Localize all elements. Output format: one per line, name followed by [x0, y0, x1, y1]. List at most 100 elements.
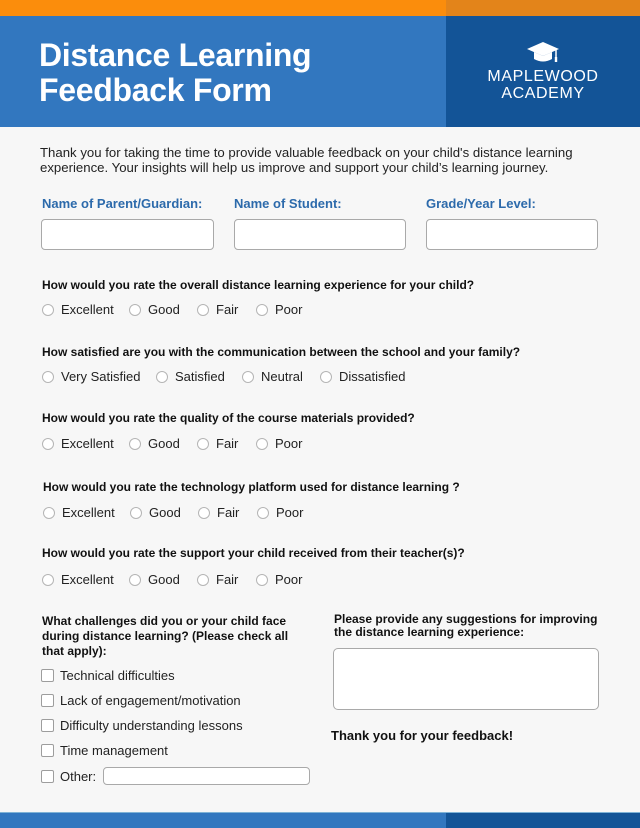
bottom-stripe-blue: [0, 813, 446, 828]
radio-button[interactable]: [197, 437, 209, 450]
checkbox[interactable]: [41, 744, 54, 757]
checkbox-lack-of-engagement[interactable]: Lack of engagement/motivation: [41, 693, 241, 708]
parent-name-input[interactable]: [41, 219, 214, 250]
radio-option-good[interactable]: Good: [130, 505, 198, 520]
option-label: Neutral: [261, 369, 303, 384]
question-communication: How satisfied are you with the communica…: [42, 345, 521, 359]
radio-option-poor[interactable]: Poor: [257, 505, 303, 520]
radio-option-fair[interactable]: Fair: [198, 505, 257, 520]
radio-option-good[interactable]: Good: [129, 302, 197, 317]
option-label: Fair: [217, 505, 240, 520]
header-title-panel: Distance Learning Feedback Form: [0, 16, 446, 127]
bottom-stripe: [0, 812, 640, 828]
radio-option-good[interactable]: Good: [129, 436, 197, 451]
option-label: Good: [149, 505, 181, 520]
radio-button[interactable]: [320, 370, 332, 383]
checkbox[interactable]: [41, 669, 54, 682]
radio-option-excellent[interactable]: Excellent: [42, 302, 129, 317]
radio-option-poor[interactable]: Poor: [256, 436, 302, 451]
course-materials-options: Excellent Good Fair Poor: [42, 436, 302, 451]
option-label: Good: [148, 436, 180, 451]
option-label: Satisfied: [175, 369, 225, 384]
student-name-input[interactable]: [234, 219, 406, 250]
checkbox-time-management[interactable]: Time management: [41, 743, 168, 758]
option-label: Fair: [216, 302, 239, 317]
graduation-cap-icon: [527, 42, 559, 62]
radio-option-very-satisfied[interactable]: Very Satisfied: [42, 369, 156, 384]
option-label: Very Satisfied: [61, 369, 141, 384]
radio-button[interactable]: [197, 573, 209, 586]
radio-button[interactable]: [129, 573, 141, 586]
radio-button[interactable]: [42, 573, 54, 586]
option-label: Fair: [216, 436, 239, 451]
suggestions-textarea[interactable]: [333, 648, 599, 710]
top-accent-stripe: [0, 0, 640, 16]
overall-experience-options: Excellent Good Fair Poor: [42, 302, 302, 317]
top-stripe-orange: [0, 0, 446, 16]
checkbox-other[interactable]: Other:: [41, 767, 311, 785]
checkbox-technical-difficulties[interactable]: Technical difficulties: [41, 668, 175, 683]
radio-button[interactable]: [198, 506, 210, 519]
radio-option-fair[interactable]: Fair: [197, 302, 256, 317]
radio-option-excellent[interactable]: Excellent: [42, 572, 129, 587]
option-label: Excellent: [61, 572, 114, 587]
page-title: Distance Learning Feedback Form: [39, 37, 312, 108]
checkbox[interactable]: [41, 769, 54, 783]
school-name-line2: ACADEMY: [501, 85, 585, 102]
radio-button[interactable]: [129, 437, 141, 450]
grade-level-input[interactable]: [426, 219, 598, 250]
challenges-question: What challenges did you or your child fa…: [42, 614, 289, 658]
page-title-line1: Distance Learning: [39, 37, 312, 73]
radio-option-excellent[interactable]: Excellent: [42, 436, 129, 451]
checkbox-label: Lack of engagement/motivation: [60, 693, 241, 708]
checkbox-label: Time management: [60, 743, 168, 758]
checkbox-label: Technical difficulties: [60, 668, 175, 683]
intro-text: Thank you for taking the time to provide…: [40, 145, 573, 175]
radio-button[interactable]: [256, 573, 268, 586]
radio-option-satisfied[interactable]: Satisfied: [156, 369, 242, 384]
question-teacher-support: How would you rate the support your chil…: [42, 546, 465, 560]
option-label: Excellent: [61, 302, 114, 317]
radio-option-good[interactable]: Good: [129, 572, 197, 587]
radio-button[interactable]: [197, 303, 209, 316]
grade-level-label: Grade/Year Level:: [426, 196, 536, 211]
radio-option-fair[interactable]: Fair: [197, 572, 256, 587]
other-challenge-input[interactable]: [103, 767, 311, 785]
radio-button[interactable]: [42, 437, 54, 450]
parent-name-label: Name of Parent/Guardian:: [42, 196, 203, 211]
radio-option-dissatisfied[interactable]: Dissatisfied: [320, 369, 405, 384]
radio-button[interactable]: [257, 506, 269, 519]
radio-button[interactable]: [256, 303, 268, 316]
school-name: MAPLEWOOD ACADEMY: [487, 68, 598, 102]
radio-option-fair[interactable]: Fair: [197, 436, 256, 451]
page-title-line2: Feedback Form: [39, 72, 272, 108]
option-label: Good: [148, 302, 180, 317]
radio-button[interactable]: [42, 370, 54, 383]
technology-platform-options: Excellent Good Fair Poor: [43, 505, 303, 520]
question-overall-experience: How would you rate the overall distance …: [42, 278, 475, 292]
checkbox[interactable]: [41, 719, 54, 732]
radio-button[interactable]: [42, 303, 54, 316]
radio-option-poor[interactable]: Poor: [256, 302, 302, 317]
question-technology-platform: How would you rate the technology platfo…: [43, 480, 460, 494]
radio-button[interactable]: [130, 506, 142, 519]
option-label: Poor: [275, 572, 303, 587]
radio-button[interactable]: [43, 506, 55, 519]
radio-button[interactable]: [129, 303, 141, 316]
radio-button[interactable]: [242, 370, 254, 383]
radio-option-poor[interactable]: Poor: [256, 572, 302, 587]
option-label: Excellent: [62, 505, 115, 520]
option-label: Poor: [276, 505, 304, 520]
radio-option-neutral[interactable]: Neutral: [242, 369, 320, 384]
option-label: Fair: [216, 572, 239, 587]
radio-button[interactable]: [156, 370, 168, 383]
checkbox-difficulty-understanding[interactable]: Difficulty understanding lessons: [41, 718, 243, 733]
radio-option-excellent[interactable]: Excellent: [43, 505, 130, 520]
option-label: Dissatisfied: [339, 369, 406, 384]
radio-button[interactable]: [256, 437, 268, 450]
school-logo: MAPLEWOOD ACADEMY: [446, 16, 640, 127]
checkbox[interactable]: [41, 694, 54, 707]
communication-options: Very Satisfied Satisfied Neutral Dissati…: [42, 369, 405, 384]
page-header: Distance Learning Feedback Form MAPLEWOO…: [0, 16, 640, 127]
question-course-materials: How would you rate the quality of the co…: [42, 411, 415, 425]
